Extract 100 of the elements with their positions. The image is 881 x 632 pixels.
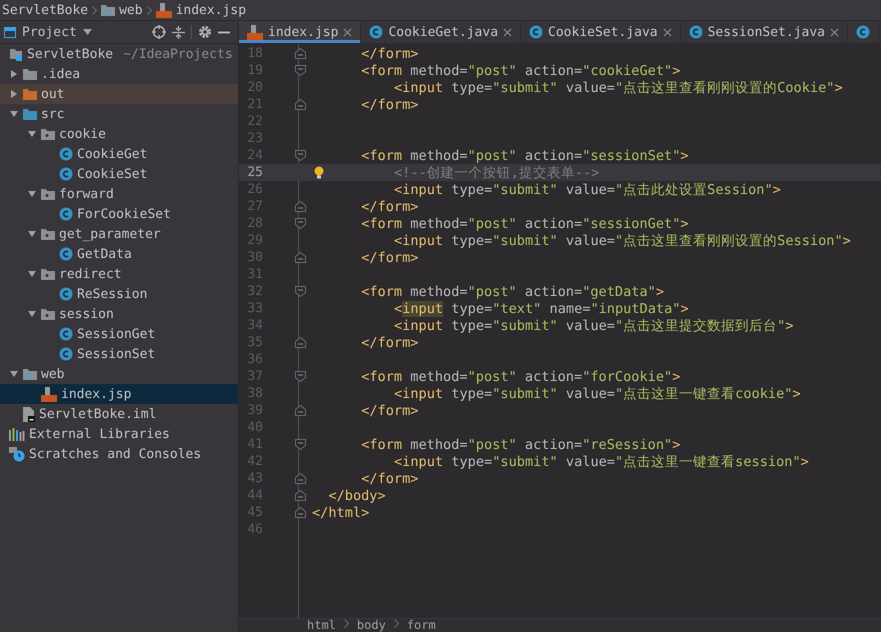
web-folder-icon — [101, 4, 116, 16]
jsp-file-icon — [41, 386, 57, 402]
crosshair-icon[interactable] — [152, 25, 166, 39]
code-line: <input type="text" name="inputData"> — [394, 300, 689, 316]
expanded-arrow-icon[interactable] — [9, 369, 19, 379]
breadcrumb-item[interactable]: body — [356, 619, 386, 632]
code-line: </form> — [361, 96, 418, 112]
tree-item[interactable]: SessionGet — [0, 324, 238, 344]
package-icon — [41, 128, 55, 140]
fold-marker-icon[interactable] — [295, 439, 306, 450]
tree-item[interactable]: cookie — [0, 124, 238, 144]
dropdown-caret-icon[interactable] — [82, 29, 92, 35]
class-icon — [59, 287, 73, 301]
tree-item[interactable]: CookieSet — [0, 164, 238, 184]
tree-item[interactable]: out — [0, 84, 238, 104]
tree-item[interactable]: session — [0, 304, 238, 324]
tree-item[interactable]: .idea — [0, 64, 238, 84]
tree-item[interactable]: External Libraries — [0, 424, 238, 444]
code-line: <input type="submit" value="点击此处设置Session"> — [394, 180, 781, 198]
code-line: </form> — [361, 46, 418, 62]
breadcrumb-item[interactable]: web — [119, 2, 143, 18]
fold-marker-icon[interactable] — [295, 405, 306, 416]
code-line: </html> — [312, 504, 370, 520]
package-icon — [41, 188, 55, 200]
code-line: <form method="post" action="getData"> — [361, 284, 664, 300]
class-icon — [59, 167, 73, 181]
code-line: <form method="post" action="sessionSet"> — [361, 148, 689, 164]
tree-item[interactable]: GetData — [0, 244, 238, 264]
code-line: <input type="submit" value="点击这里一键查看session"> — [394, 452, 809, 470]
tree-item[interactable]: ForCookieSet — [0, 204, 238, 224]
fold-marker-icon[interactable] — [295, 150, 306, 161]
minimize-icon[interactable] — [218, 30, 230, 34]
editor-tab[interactable]: SessionSet.java — [680, 21, 848, 43]
panel-icon — [4, 26, 16, 38]
tree-item[interactable]: get_parameter — [0, 224, 238, 244]
code-line: <input type="submit" value="点击这里一键查看cookie"> — [394, 384, 801, 402]
tree-item[interactable]: forward — [0, 184, 238, 204]
panel-title[interactable]: Project — [22, 24, 77, 40]
breadcrumb-item[interactable]: index.jsp — [176, 2, 246, 18]
tree-item[interactable]: CookieGet — [0, 144, 238, 164]
close-icon[interactable] — [503, 28, 512, 36]
collapse-all-icon[interactable] — [172, 26, 185, 38]
code-line: <input type="submit" value="点击这里提交数据到后台"> — [394, 316, 794, 334]
fold-marker-icon[interactable] — [295, 337, 306, 348]
fold-marker-icon[interactable] — [295, 490, 306, 501]
tree-item[interactable]: ReSession — [0, 284, 238, 304]
line-number: 25 — [246, 165, 263, 180]
chevron-icon — [146, 6, 152, 14]
close-icon[interactable] — [830, 28, 840, 36]
tree-item[interactable]: src — [0, 104, 238, 124]
editor-tab[interactable]: CookieSet.java — [521, 21, 681, 43]
fold-marker-icon[interactable] — [295, 286, 306, 297]
fold-marker-icon[interactable] — [295, 473, 306, 484]
folder-icon — [23, 108, 37, 120]
close-icon[interactable] — [343, 28, 352, 36]
code-line: <input type="submit" value="点击这里查看刚刚设置的Session"> — [394, 232, 851, 250]
libraries-icon — [9, 428, 25, 440]
fold-marker-icon[interactable] — [295, 507, 306, 518]
fold-marker-icon[interactable] — [295, 201, 306, 212]
tree-item[interactable]: redirect — [0, 264, 238, 284]
expanded-arrow-icon[interactable] — [27, 309, 37, 319]
fold-marker-icon[interactable] — [295, 48, 306, 59]
tree-item[interactable]: index.jsp — [0, 384, 238, 404]
package-icon — [41, 308, 55, 320]
class-icon — [59, 207, 73, 221]
code-line: <form method="post" action="cookieGet"> — [361, 62, 680, 78]
tree-item[interactable]: ServletBoke.iml — [0, 404, 238, 424]
editor-tab[interactable]: CookieGet.java — [361, 21, 522, 43]
folder-icon — [23, 68, 37, 80]
code-line: <input type="submit" value="点击这里查看刚刚设置的Cookie"> — [394, 78, 843, 96]
class-icon — [369, 25, 384, 39]
jsp-file-icon — [247, 24, 263, 40]
breadcrumb-item[interactable]: form — [406, 619, 436, 632]
tree-item[interactable]: ServletBoke ~/IdeaProjects — [0, 44, 238, 64]
chevron-icon — [344, 619, 349, 628]
settings-icon[interactable] — [198, 25, 212, 39]
tree-item[interactable]: SessionSet — [0, 344, 238, 364]
fold-marker-icon[interactable] — [295, 99, 306, 110]
tree-item[interactable]: Scratches and Consoles — [0, 444, 238, 464]
breadcrumb-item[interactable]: html — [307, 619, 336, 632]
fold-marker-icon[interactable] — [295, 218, 306, 229]
close-icon[interactable] — [662, 28, 672, 36]
class-icon — [59, 327, 73, 341]
breadcrumb-item[interactable]: ServletBoke — [2, 2, 88, 18]
lightbulb-icon[interactable] — [314, 166, 324, 179]
code-line: </form> — [361, 198, 418, 214]
editor-tab[interactable]: index.jsp — [239, 21, 362, 43]
code-line: </form> — [361, 402, 418, 418]
class-icon — [59, 347, 73, 361]
folder-icon — [23, 88, 37, 100]
expanded-arrow-icon[interactable] — [27, 229, 37, 239]
fold-marker-icon[interactable] — [295, 371, 306, 382]
fold-marker-icon[interactable] — [295, 65, 306, 76]
code-line: <!--创建一个按钮,提交表单--> — [394, 164, 600, 182]
expanded-arrow-icon[interactable] — [27, 269, 37, 279]
code-line: </form> — [361, 470, 418, 486]
tree-item[interactable]: web — [0, 364, 238, 384]
class-icon — [59, 247, 73, 261]
fold-marker-icon[interactable] — [295, 252, 306, 263]
expanded-arrow-icon[interactable] — [27, 189, 37, 199]
